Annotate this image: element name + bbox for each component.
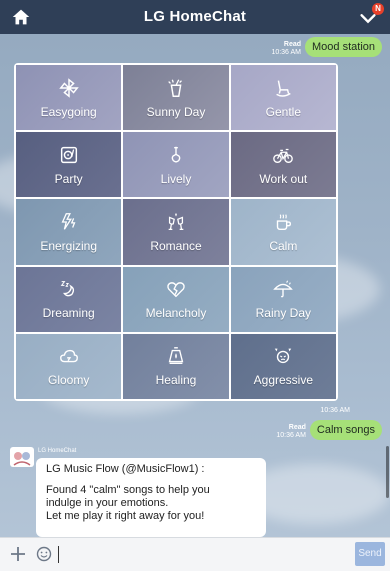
mood-label: Aggressive bbox=[253, 373, 314, 388]
message-time: 10:36 AM bbox=[320, 407, 350, 414]
scrollbar[interactable] bbox=[386, 446, 389, 498]
mood-calm[interactable]: Calm bbox=[230, 199, 336, 265]
sent-message: Read 10:36 AM Mood station bbox=[271, 37, 382, 57]
moon-sleep-icon bbox=[60, 281, 74, 297]
rocking-chair-icon bbox=[276, 80, 292, 97]
plus-icon[interactable] bbox=[10, 545, 26, 563]
emoji-icon[interactable] bbox=[36, 546, 52, 562]
broken-heart-icon bbox=[167, 282, 185, 298]
mood-aggressive[interactable]: Aggressive bbox=[230, 333, 336, 399]
message-sender: LG Music Flow (@MusicFlow1) : bbox=[46, 463, 205, 475]
mood-easygoing[interactable]: Easygoing bbox=[16, 65, 122, 131]
title-bar: LG HomeChat N bbox=[0, 0, 390, 34]
mood-work-out[interactable]: Work out bbox=[230, 132, 336, 198]
mood-label: Gloomy bbox=[47, 373, 90, 388]
bot-avatar-icon bbox=[13, 452, 31, 466]
angry-face-icon bbox=[275, 349, 292, 364]
text-cursor[interactable] bbox=[58, 546, 59, 563]
sent-message: Read 10:36 AM Calm songs bbox=[276, 420, 382, 440]
notification-badge: N bbox=[372, 3, 384, 15]
bot-name: LG HomeChat bbox=[38, 448, 77, 454]
mood-lively[interactable]: Lively bbox=[123, 132, 229, 198]
page-title: LG HomeChat bbox=[143, 8, 247, 25]
read-receipt: Read bbox=[283, 41, 302, 48]
mood-label: Rainy Day bbox=[255, 306, 311, 321]
message-bubble[interactable]: Calm songs bbox=[309, 420, 382, 440]
mood-party[interactable]: Party bbox=[16, 132, 122, 198]
message-meta: Read 10:36 AM bbox=[271, 41, 301, 57]
mood-label: Work out bbox=[259, 171, 308, 186]
cloud-icon bbox=[59, 350, 78, 363]
avatar[interactable] bbox=[10, 447, 34, 467]
lamp-icon bbox=[168, 347, 184, 365]
mood-grid: Easygoing Sunny Day Gentle Party Lively … bbox=[14, 63, 338, 401]
toast-glasses-icon bbox=[168, 212, 184, 230]
mood-label: Melancholy bbox=[145, 306, 207, 321]
message-bubble[interactable]: Mood station bbox=[305, 37, 382, 57]
mood-dreaming[interactable]: Dreaming bbox=[16, 266, 122, 332]
lightning-icon bbox=[61, 213, 76, 230]
mood-melancholy[interactable]: Melancholy bbox=[123, 266, 229, 332]
mood-gentle[interactable]: Gentle bbox=[230, 65, 336, 131]
coffee-cup-icon bbox=[277, 214, 292, 231]
mood-gloomy[interactable]: Gloomy bbox=[16, 333, 122, 399]
message-line: Let me play it right away for you! bbox=[46, 510, 205, 522]
mood-label: Gentle bbox=[265, 104, 301, 119]
message-line: indulge in your emotions. bbox=[46, 497, 169, 509]
pinwheel-icon bbox=[58, 77, 79, 98]
umbrella-icon bbox=[273, 280, 294, 298]
mood-label: Dreaming bbox=[42, 306, 95, 321]
message-meta: Read 10:36 AM bbox=[276, 424, 306, 440]
mood-sunny-day[interactable]: Sunny Day bbox=[123, 65, 229, 131]
mood-healing[interactable]: Healing bbox=[123, 333, 229, 399]
turntable-icon bbox=[60, 146, 77, 163]
mood-label: Easygoing bbox=[40, 104, 97, 119]
drink-icon bbox=[168, 79, 182, 97]
mood-romance[interactable]: Romance bbox=[123, 199, 229, 265]
message-time: 10:36 AM bbox=[271, 49, 302, 56]
send-button[interactable]: Send bbox=[355, 542, 385, 566]
mood-label: Romance bbox=[150, 238, 202, 253]
mood-label: Healing bbox=[155, 373, 197, 388]
read-receipt: Read bbox=[288, 424, 306, 431]
message-time: 10:36 AM bbox=[276, 432, 306, 439]
mood-label: Party bbox=[54, 171, 83, 186]
message-line: Found 4 "calm" songs to help you bbox=[46, 484, 210, 496]
mood-label: Calm bbox=[269, 238, 298, 253]
mood-label: Lively bbox=[160, 171, 192, 186]
mood-rainy-day[interactable]: Rainy Day bbox=[230, 266, 336, 332]
bot-message-bubble[interactable]: LG Music Flow (@MusicFlow1) : Found 4 "c… bbox=[36, 458, 266, 537]
mood-energizing[interactable]: Energizing bbox=[16, 199, 122, 265]
message-input-bar: Send bbox=[0, 537, 390, 571]
mood-label: Sunny Day bbox=[146, 104, 206, 119]
mood-label: Energizing bbox=[40, 238, 98, 253]
bicycle-icon bbox=[273, 148, 294, 163]
guitar-icon bbox=[171, 146, 181, 163]
